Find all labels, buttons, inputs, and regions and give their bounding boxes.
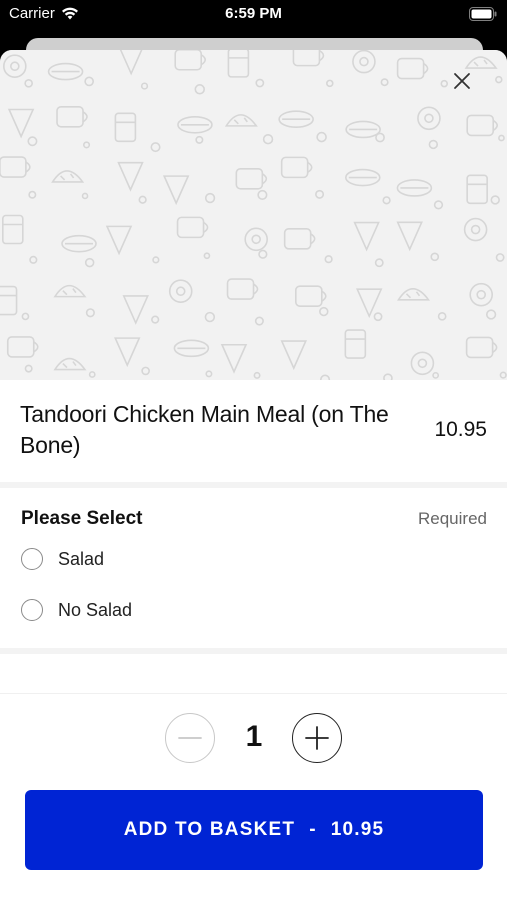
option-group-title: Please Select [21,508,143,529]
option-no-salad[interactable]: No Salad [21,595,132,625]
food-doodle-pattern [0,50,507,380]
close-icon [454,73,470,89]
decrease-quantity-button[interactable] [165,713,215,763]
status-time: 6:59 PM [225,5,282,22]
battery-icon [469,7,497,25]
option-group: Please Select Required Salad No Salad [0,488,507,648]
option-label: Salad [58,548,105,569]
plus-icon [305,726,329,750]
quantity-value: 1 [245,720,263,753]
product-price: 10.95 [434,418,487,441]
product-title: Tandoori Chicken Main Meal (on The Bone) [20,401,389,458]
product-image [0,50,507,380]
option-salad[interactable]: Salad [21,544,104,574]
increase-quantity-button[interactable] [292,713,342,763]
add-to-basket-separator: - [309,819,317,840]
product-header: Tandoori Chicken Main Meal (on The Bone)… [0,380,507,482]
option-label: No Salad [58,599,133,620]
radio-button[interactable] [21,548,43,570]
status-bar: Carrier 6:59 PM [0,0,507,30]
quantity-stepper: 1 [0,710,507,766]
minus-icon [178,737,202,739]
add-to-basket-button[interactable]: ADD TO BASKET - 10.95 [25,790,483,870]
close-button[interactable] [449,68,475,94]
add-to-basket-price: 10.95 [330,819,385,840]
empty-section [0,654,507,694]
radio-button[interactable] [21,599,43,621]
product-sheet: Tandoori Chicken Main Meal (on The Bone)… [0,50,507,900]
required-label: Required [418,509,487,528]
add-to-basket-label: ADD TO BASKET [123,819,296,840]
